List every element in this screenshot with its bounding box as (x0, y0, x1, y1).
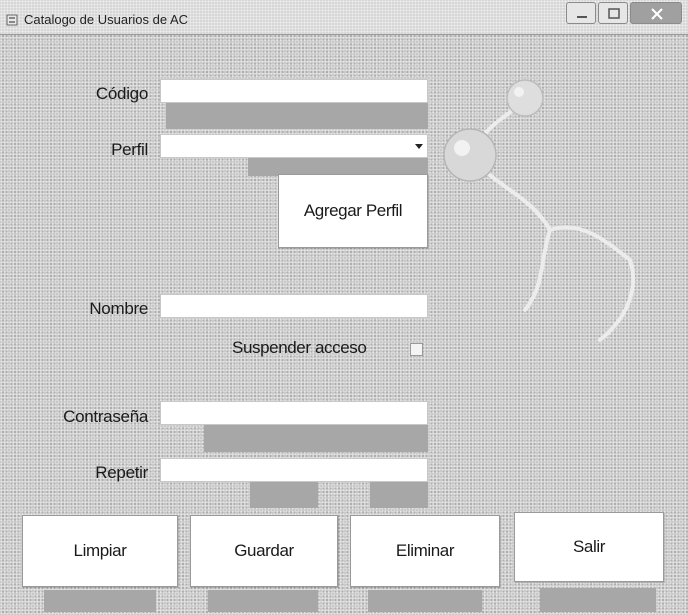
perfil-select[interactable] (160, 134, 428, 158)
repetir-accent-bar-right (370, 482, 428, 508)
maximize-icon (608, 8, 620, 19)
codigo-accent-bar (166, 103, 428, 129)
repetir-accent-bar-left (250, 482, 318, 508)
chevron-down-icon (415, 144, 423, 149)
agregar-perfil-button[interactable]: Agregar Perfil (278, 174, 428, 248)
title-bar[interactable]: Catalogo de Usuarios de AC (0, 0, 688, 35)
contrasena-label: Contraseña (63, 407, 148, 426)
nombre-label: Nombre (89, 299, 148, 318)
repetir-label: Repetir (95, 463, 148, 482)
minimize-button[interactable] (566, 2, 596, 24)
contrasena-input[interactable] (160, 401, 428, 425)
nombre-input[interactable] (160, 294, 428, 318)
app-icon (6, 14, 18, 26)
salir-button[interactable]: Salir (514, 512, 664, 582)
suspender-acceso-checkbox[interactable] (410, 343, 423, 356)
user-catalog-window: Catalogo de Usuarios de AC Código Perfil… (0, 0, 688, 615)
close-icon (651, 8, 663, 20)
eliminar-button[interactable]: Eliminar (350, 515, 500, 587)
guardar-button[interactable]: Guardar (190, 515, 338, 587)
limpiar-accent-bar (44, 590, 156, 612)
limpiar-button[interactable]: Limpiar (22, 515, 178, 587)
minimize-icon (577, 16, 587, 18)
window-title: Catalogo de Usuarios de AC (24, 12, 189, 27)
perfil-label: Perfil (111, 140, 148, 159)
eliminar-accent-bar (368, 590, 482, 612)
molecule-watermark-icon (443, 79, 636, 342)
suspender-acceso-label[interactable]: Suspender acceso (232, 338, 367, 358)
codigo-input[interactable] (160, 79, 428, 103)
close-button[interactable] (630, 2, 682, 24)
repetir-input[interactable] (160, 458, 428, 482)
guardar-accent-bar (208, 590, 318, 612)
codigo-label: Código (95, 84, 148, 103)
contrasena-accent-bar (204, 425, 428, 452)
maximize-button[interactable] (598, 2, 628, 24)
salir-accent-bar (540, 588, 656, 612)
